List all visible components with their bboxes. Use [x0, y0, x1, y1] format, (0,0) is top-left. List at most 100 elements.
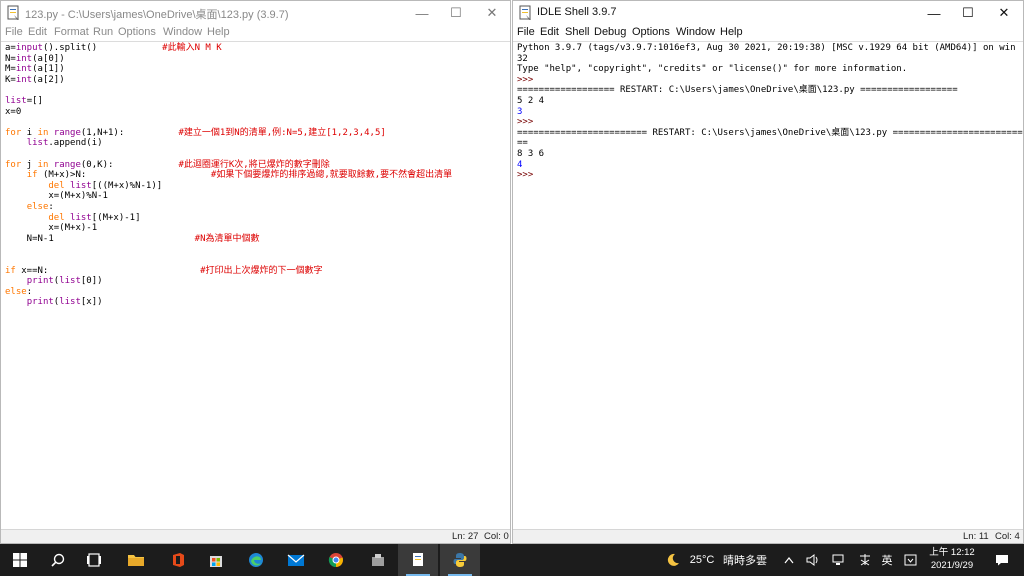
system-clock[interactable]: 上午 12:12 2021/9/29 — [922, 546, 982, 572]
code-text: : — [48, 202, 54, 212]
menu-edit[interactable]: Edit — [28, 26, 47, 38]
menu-options[interactable]: Options — [118, 26, 156, 38]
search-button[interactable] — [38, 544, 78, 576]
minimize-button[interactable]: — — [917, 1, 951, 25]
code-line: M=int(a[1]) — [5, 64, 65, 75]
menu-debug[interactable]: Debug — [594, 26, 626, 38]
code-line: a=input().split() #此輸入N M K — [5, 43, 222, 54]
code-text: =[] — [26, 96, 43, 106]
ime-options-button[interactable] — [900, 544, 920, 576]
code-builtin: int — [15, 74, 33, 85]
code-keyword: else — [26, 202, 49, 212]
taskbar-store[interactable] — [196, 544, 236, 576]
start-button[interactable] — [0, 544, 40, 576]
code-text: i — [21, 127, 38, 138]
speaker-icon — [806, 554, 818, 566]
code-builtin: list — [70, 212, 92, 223]
language-indicator[interactable]: 英 — [878, 544, 896, 576]
code-text: j — [21, 159, 38, 170]
weather-button[interactable] — [662, 544, 684, 576]
office-icon — [173, 553, 184, 567]
code-builtin: int — [15, 64, 33, 75]
menu-format[interactable]: Format — [54, 26, 89, 38]
editor-statusbar: Ln: 27 Col: 0 — [1, 529, 510, 543]
code-builtin: print — [26, 276, 54, 287]
code-builtin: list — [26, 138, 49, 149]
close-button[interactable]: ✕ — [987, 1, 1021, 25]
show-hidden-icons-button[interactable] — [780, 544, 798, 576]
code-text: K= — [5, 74, 16, 85]
menu-edit[interactable]: Edit — [540, 26, 559, 38]
mail-icon — [287, 554, 305, 566]
menu-help[interactable]: Help — [207, 26, 230, 38]
minimize-button[interactable]: — — [405, 1, 439, 25]
code-text: (M+x)>N: — [37, 170, 211, 181]
taskbar-app[interactable] — [358, 544, 398, 576]
menu-options[interactable]: Options — [632, 26, 670, 38]
code-text: (a[1]) — [32, 64, 65, 75]
code-line: list=[] — [5, 96, 43, 107]
taskbar: 25°C 晴時多雲 英 上午 12:12 2021/9/29 — [0, 544, 1024, 576]
menu-window[interactable]: Window — [676, 26, 715, 38]
clock-time: 上午 12:12 — [929, 547, 975, 558]
shell-window[interactable]: IDLE Shell 3.9.7 — ☐ ✕ File Edit Shell D… — [512, 0, 1024, 544]
taskbar-mail[interactable] — [276, 544, 316, 576]
taskbar-idle-shell[interactable] — [440, 544, 480, 576]
taskbar-edge[interactable] — [236, 544, 276, 576]
code-keyword: for — [5, 127, 22, 138]
code-text: N= — [5, 53, 16, 64]
close-button[interactable]: ✕ — [475, 1, 509, 25]
code-text: x=0 — [5, 106, 22, 117]
taskbar-chrome[interactable] — [316, 544, 356, 576]
code-line: list.append(i) — [5, 138, 103, 149]
code-text: (a[0]) — [32, 53, 65, 64]
ime-options-icon — [904, 554, 916, 566]
notification-icon — [996, 555, 1008, 566]
maximize-button[interactable]: ☐ — [439, 1, 473, 25]
menu-help[interactable]: Help — [720, 26, 743, 38]
shell-line: 8 3 6 — [517, 149, 545, 159]
taskbar-idle-editor[interactable] — [398, 544, 438, 576]
menu-shell[interactable]: Shell — [565, 26, 589, 38]
menu-run[interactable]: Run — [93, 26, 113, 38]
package-app-icon — [372, 554, 384, 566]
task-view-button[interactable] — [74, 544, 114, 576]
code-line: if (M+x)>N: #如果下個要爆炸的排序過總,就要取餘數,要不然會超出清單 — [5, 170, 453, 181]
menu-window[interactable]: Window — [163, 26, 202, 38]
editor-titlebar[interactable]: 123.py - C:\Users\james\OneDrive\桌面\123.… — [1, 1, 510, 25]
code-text: ().split() — [42, 43, 163, 53]
code-builtin: print — [26, 297, 54, 308]
code-text: (0,K): — [80, 159, 179, 170]
menu-file[interactable]: File — [5, 26, 23, 38]
code-line: x=0 — [5, 107, 21, 118]
code-editor-text[interactable]: a=input().split() #此輸入N M K N=int(a[0]) M=… — [1, 41, 510, 529]
code-keyword: in — [37, 159, 49, 170]
shell-result-line: 3 — [517, 106, 523, 117]
chrome-icon — [328, 553, 343, 568]
code-keyword: if — [26, 170, 38, 181]
notification-center-button[interactable] — [990, 544, 1014, 576]
code-builtin: list — [5, 96, 27, 106]
code-keyword: del — [48, 212, 65, 223]
python-icon — [453, 553, 467, 567]
code-builtin: list — [70, 180, 92, 191]
chevron-up-icon — [784, 557, 794, 564]
input-method-button[interactable] — [856, 544, 874, 576]
editor-menubar: File Edit Format Run Options Window Help — [1, 25, 510, 40]
maximize-button[interactable]: ☐ — [951, 1, 985, 25]
taskbar-file-explorer[interactable] — [116, 544, 156, 576]
network-button[interactable] — [830, 544, 848, 576]
taskbar-office[interactable] — [158, 544, 198, 576]
shell-line: ================== RESTART: C:\Users\jam… — [517, 85, 958, 96]
shell-line: Type "help", "copyright", "credits" or "… — [517, 64, 908, 75]
shell-output-text[interactable]: Python 3.9.7 (tags/v3.9.7:1016ef3, Aug 3… — [513, 41, 1023, 529]
shell-titlebar[interactable]: IDLE Shell 3.9.7 — ☐ ✕ — [513, 1, 1023, 25]
code-line: if x==N: #打印出上次爆炸的下一個數字 — [5, 266, 323, 277]
code-text: x==N: — [15, 265, 201, 276]
editor-window[interactable]: 123.py - C:\Users\james\OneDrive\桌面\123.… — [0, 0, 511, 544]
maximize-icon: ☐ — [450, 5, 462, 20]
menu-file[interactable]: File — [517, 26, 535, 38]
volume-button[interactable] — [804, 544, 822, 576]
